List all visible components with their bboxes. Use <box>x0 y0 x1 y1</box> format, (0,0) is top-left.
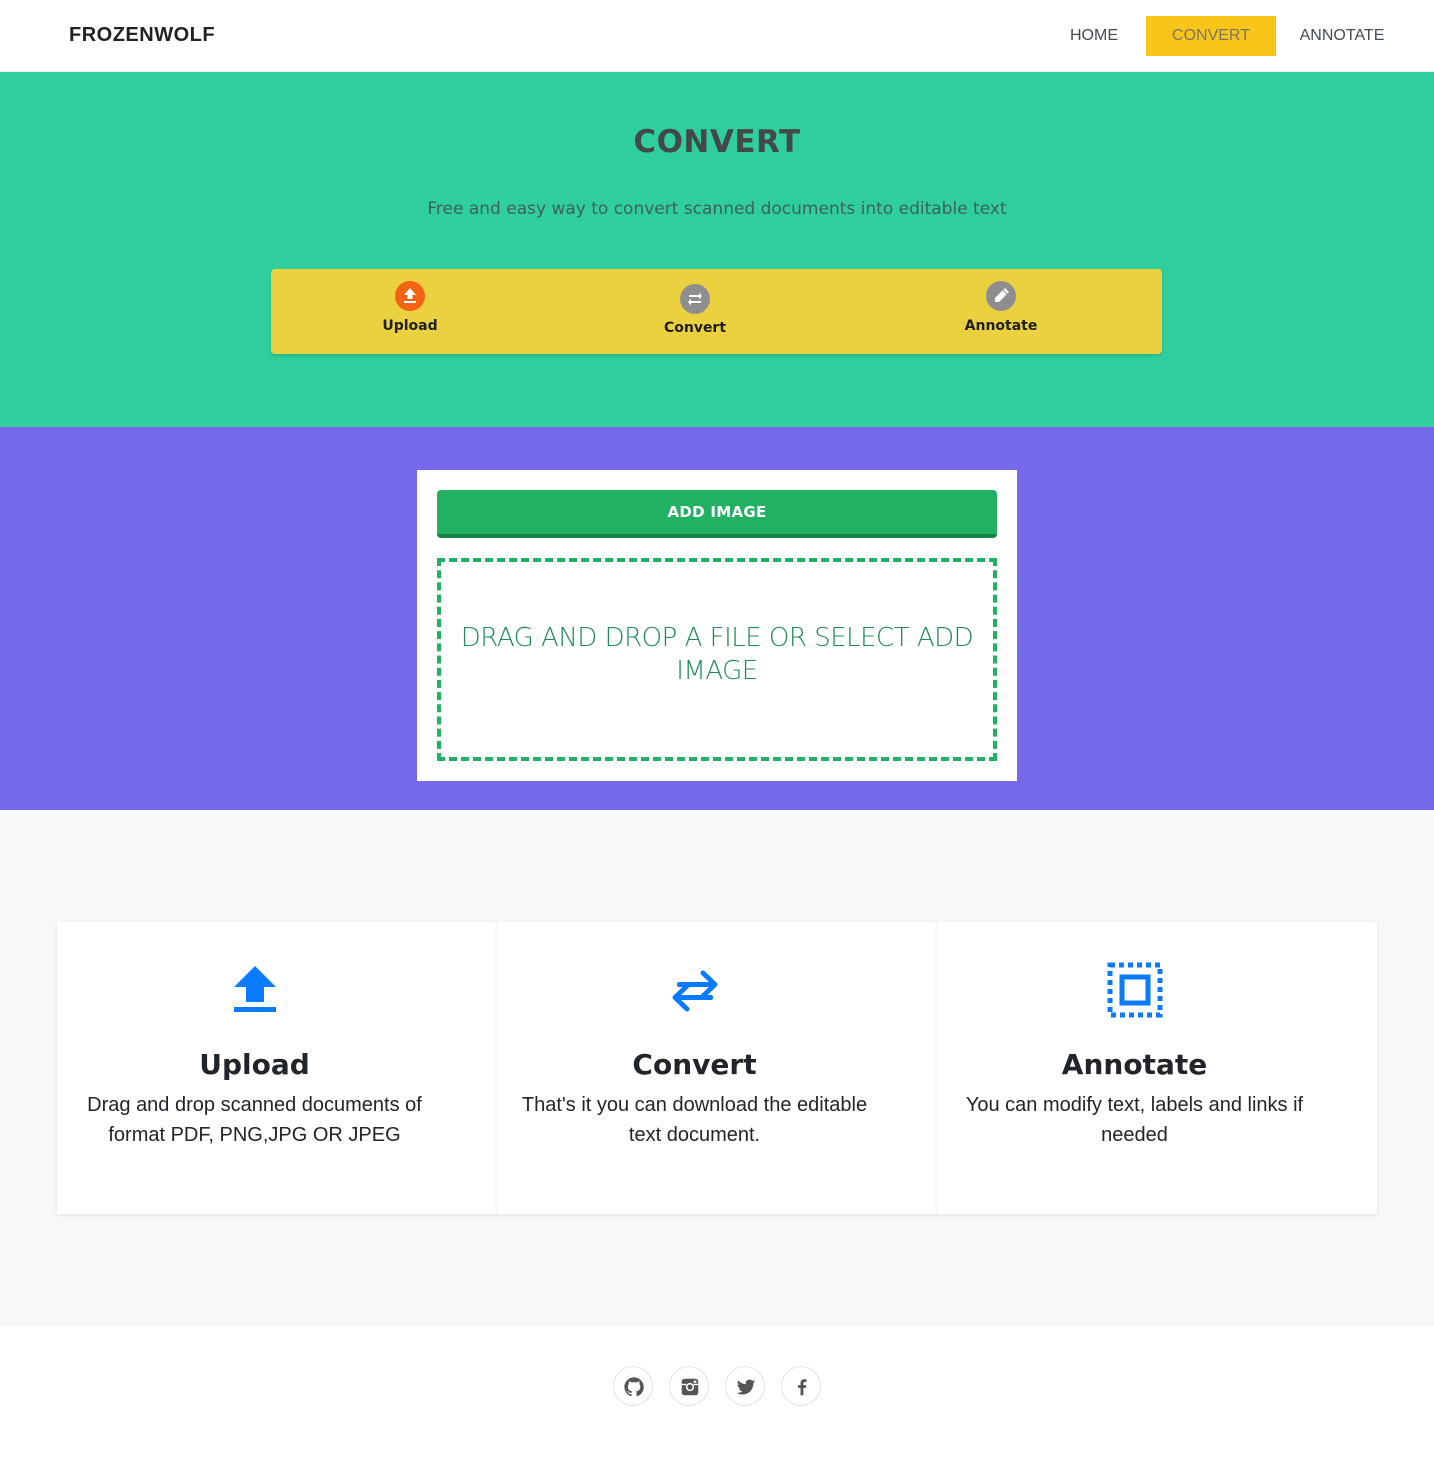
feature-text: You can modify text, labels and links if… <box>965 1094 1304 1146</box>
instagram-icon <box>681 1378 699 1396</box>
add-image-button[interactable]: ADD IMAGE <box>437 490 997 538</box>
feature-card-annotate: Annotate You can modify text, labels and… <box>937 922 1377 1214</box>
select-frame-icon <box>1107 962 1163 1018</box>
feature-text: Drag and drop scanned documents of forma… <box>87 1094 422 1146</box>
github-icon <box>624 1377 644 1397</box>
pencil-icon <box>986 281 1016 311</box>
upload-icon <box>227 962 283 1018</box>
twitter-icon <box>736 1379 756 1395</box>
feature-text: That's it you can download the editable … <box>521 1094 868 1146</box>
step-upload-label: Upload <box>382 318 438 334</box>
brand-logo[interactable]: FROZENWOLF <box>69 24 215 47</box>
swap-arrows-icon <box>667 962 723 1018</box>
twitter-link[interactable] <box>725 1366 765 1406</box>
page-title: CONVERT <box>633 124 801 160</box>
feature-card-upload: Upload Drag and drop scanned documents o… <box>57 922 497 1214</box>
feature-card-convert: Convert That's it you can download the e… <box>497 922 937 1214</box>
hero-section: CONVERT Free and easy way to convert sca… <box>0 72 1434 427</box>
feature-title: Annotate <box>1061 1048 1208 1081</box>
step-convert[interactable]: Convert <box>595 269 795 354</box>
drop-zone[interactable]: DRAG AND DROP A FILE OR SELECT ADD IMAGE <box>437 558 997 761</box>
facebook-icon <box>798 1379 807 1396</box>
upload-icon <box>395 281 425 311</box>
steps-bar: Upload Convert Annotate <box>271 269 1162 354</box>
step-annotate-label: Annotate <box>964 318 1038 334</box>
upload-section: ADD IMAGE DRAG AND DROP A FILE OR SELECT… <box>0 427 1434 810</box>
navbar: FROZENWOLF HOME CONVERT ANNOTATE <box>0 0 1434 72</box>
instagram-link[interactable] <box>669 1366 709 1406</box>
nav-convert[interactable]: CONVERT <box>1146 16 1276 56</box>
step-upload[interactable]: Upload <box>310 269 510 354</box>
facebook-link[interactable] <box>781 1366 821 1406</box>
page-subtitle: Free and easy way to convert scanned doc… <box>427 199 1007 219</box>
nav-annotate[interactable]: ANNOTATE <box>1288 16 1396 56</box>
step-convert-label: Convert <box>663 320 727 336</box>
convert-arrows-icon <box>680 284 710 314</box>
features-section: Upload Drag and drop scanned documents o… <box>0 810 1434 1326</box>
upload-card: ADD IMAGE DRAG AND DROP A FILE OR SELECT… <box>417 470 1017 781</box>
feature-title: Upload <box>199 1048 310 1081</box>
feature-title: Convert <box>632 1048 757 1081</box>
drop-zone-text: DRAG AND DROP A FILE OR SELECT ADD IMAGE <box>460 623 974 686</box>
github-link[interactable] <box>613 1366 653 1406</box>
footer <box>0 1326 1434 1471</box>
nav-home[interactable]: HOME <box>1058 16 1130 56</box>
step-annotate[interactable]: Annotate <box>901 269 1101 354</box>
